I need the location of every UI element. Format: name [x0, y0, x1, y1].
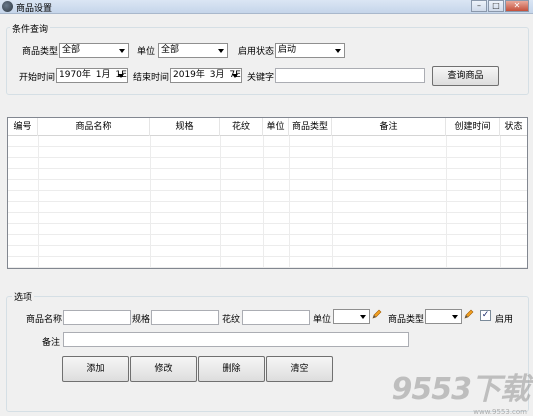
edit-type-pencil-icon[interactable]: [464, 309, 474, 319]
product-type-value: 全部: [62, 45, 81, 55]
option-unit-label: 单位: [313, 315, 332, 325]
table-header: 编号 商品名称 规格 花纹 单位 商品类型 备注 创建时间 状态: [8, 118, 527, 136]
end-date-picker[interactable]: 2019年 3月 7E: [170, 68, 242, 83]
watermark-logo: 9553下载: [391, 372, 530, 407]
app-icon: [2, 1, 13, 12]
status-select[interactable]: 启动: [275, 43, 345, 58]
unit-select[interactable]: 全部: [158, 43, 228, 58]
chevron-down-icon: [452, 315, 458, 319]
search-products-button[interactable]: 查询商品: [432, 66, 499, 86]
pattern-label: 花纹: [222, 315, 241, 325]
unit-value: 全部: [161, 45, 180, 55]
clear-button[interactable]: 清空: [266, 356, 333, 382]
product-name-label: 商品名称: [26, 315, 63, 325]
column-header-unit[interactable]: 单位: [263, 118, 289, 136]
product-table[interactable]: 编号 商品名称 规格 花纹 单位 商品类型 备注 创建时间 状态: [7, 117, 528, 269]
minimize-button[interactable]: –: [471, 0, 487, 12]
table-row[interactable]: [8, 136, 527, 147]
column-header-note[interactable]: 备注: [332, 118, 446, 136]
product-type-select[interactable]: 全部: [59, 43, 129, 58]
column-divider: [289, 136, 290, 268]
table-row[interactable]: [8, 180, 527, 191]
edit-unit-pencil-icon[interactable]: [372, 309, 382, 319]
column-divider: [263, 136, 264, 268]
table-row[interactable]: [8, 257, 527, 268]
spec-input[interactable]: [151, 310, 219, 325]
table-row[interactable]: [8, 213, 527, 224]
table-row[interactable]: [8, 169, 527, 180]
start-year: 1970年: [59, 70, 91, 80]
chevron-down-icon: [119, 49, 125, 53]
options-group-label: 选项: [12, 290, 35, 303]
column-header-status[interactable]: 状态: [500, 118, 527, 136]
product-type-label: 商品类型: [22, 47, 59, 57]
add-button[interactable]: 添加: [62, 356, 129, 382]
keyword-input[interactable]: [275, 68, 425, 83]
column-header-name[interactable]: 商品名称: [38, 118, 150, 136]
end-time-label: 结束时间: [133, 73, 170, 83]
chevron-down-icon: [118, 74, 124, 78]
window-title: 商品设置: [16, 4, 53, 14]
window-controls: – □ ✕: [471, 0, 529, 12]
status-value: 启动: [278, 45, 297, 55]
title-bar: 商品设置 – □ ✕: [0, 0, 533, 14]
start-date-picker[interactable]: 1970年 1月 1E: [56, 68, 128, 83]
column-divider: [332, 136, 333, 268]
table-row[interactable]: [8, 235, 527, 246]
status-label: 启用状态: [238, 47, 275, 57]
chevron-down-icon: [335, 49, 341, 53]
maximize-button[interactable]: □: [488, 0, 504, 12]
column-header-spec[interactable]: 规格: [150, 118, 220, 136]
end-year: 2019年: [173, 70, 205, 80]
pattern-input[interactable]: [242, 310, 310, 325]
chevron-down-icon: [232, 74, 238, 78]
note-input[interactable]: [63, 332, 409, 347]
table-row[interactable]: [8, 224, 527, 235]
column-header-type[interactable]: 商品类型: [289, 118, 332, 136]
start-month: 1月: [95, 70, 111, 80]
option-type-select[interactable]: [425, 309, 462, 324]
option-unit-select[interactable]: [333, 309, 370, 324]
chevron-down-icon: [360, 315, 366, 319]
table-row[interactable]: [8, 202, 527, 213]
column-divider: [500, 136, 501, 268]
spec-label: 规格: [132, 315, 151, 325]
column-header-pattern[interactable]: 花纹: [220, 118, 263, 136]
column-divider: [38, 136, 39, 268]
column-divider: [150, 136, 151, 268]
option-type-label: 商品类型: [388, 315, 425, 325]
note-label: 备注: [42, 338, 61, 348]
table-row[interactable]: [8, 158, 527, 169]
unit-label: 单位: [137, 47, 156, 57]
close-button[interactable]: ✕: [505, 0, 529, 12]
query-group-label: 条件查询: [10, 22, 51, 35]
enable-label: 启用: [495, 315, 514, 325]
column-divider: [220, 136, 221, 268]
end-month: 3月: [209, 70, 225, 80]
enable-checkbox[interactable]: ✓: [480, 310, 491, 321]
table-row[interactable]: [8, 246, 527, 257]
product-name-input[interactable]: [63, 310, 131, 325]
table-row[interactable]: [8, 147, 527, 158]
column-divider: [446, 136, 447, 268]
table-row[interactable]: [8, 191, 527, 202]
chevron-down-icon: [218, 49, 224, 53]
watermark-url: www.9553.com: [473, 408, 527, 416]
start-time-label: 开始时间: [19, 73, 56, 83]
delete-button[interactable]: 删除: [198, 356, 265, 382]
column-header-id[interactable]: 编号: [8, 118, 38, 136]
edit-button[interactable]: 修改: [130, 356, 197, 382]
keyword-label: 关键字: [247, 73, 275, 83]
column-header-created[interactable]: 创建时间: [446, 118, 500, 136]
